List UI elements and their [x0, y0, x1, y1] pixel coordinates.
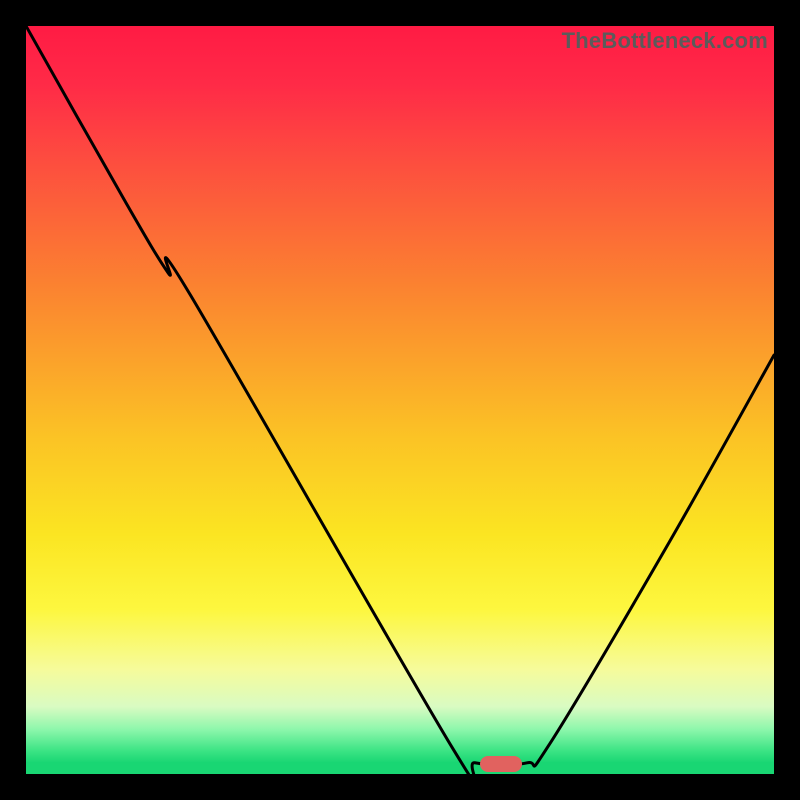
chart-frame: TheBottleneck.com	[0, 0, 800, 800]
curve-layer	[26, 26, 774, 774]
bottleneck-curve	[26, 26, 774, 774]
plot-area: TheBottleneck.com	[26, 26, 774, 774]
